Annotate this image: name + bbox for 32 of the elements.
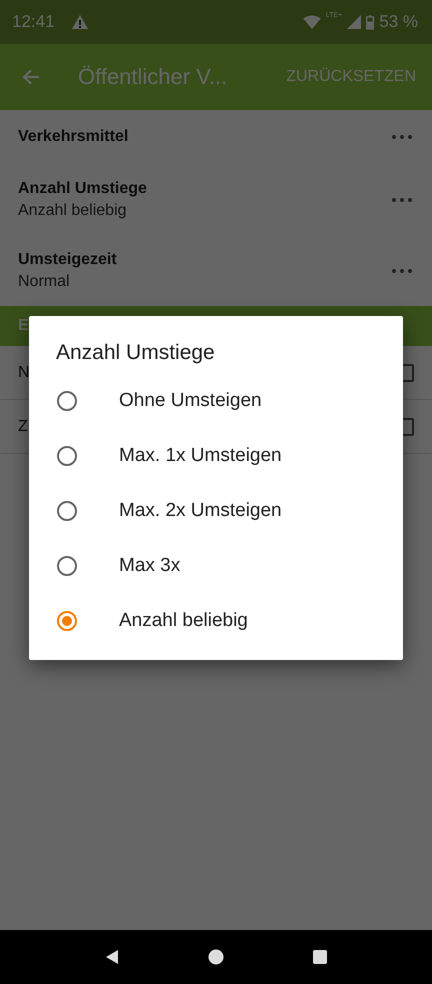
battery-icon: [366, 14, 374, 30]
battery-level: 53 %: [379, 12, 418, 32]
section-title: E: [18, 317, 29, 335]
option-label: Z: [18, 418, 28, 436]
wifi-icon: [302, 15, 321, 29]
warning-icon: [72, 15, 88, 29]
radio-button[interactable]: [57, 390, 77, 410]
status-time: 12:41: [12, 12, 55, 32]
radio-button[interactable]: [57, 446, 77, 466]
radio-option[interactable]: Anzahl beliebig: [29, 593, 403, 648]
radio-button[interactable]: [57, 610, 77, 630]
back-icon[interactable]: [104, 949, 120, 965]
screen-title: Öffentlicher V...: [78, 64, 228, 90]
option-label: N: [18, 364, 30, 382]
setting-title: Verkehrsmittel: [18, 128, 128, 146]
more-icon[interactable]: [392, 135, 412, 139]
setting-value: Anzahl beliebig: [18, 202, 128, 220]
setting-title: Umsteigezeit: [18, 250, 117, 268]
radio-option[interactable]: Max 3x: [29, 538, 403, 593]
more-icon[interactable]: [392, 268, 412, 272]
signal-icon: [347, 15, 362, 29]
dialog-title: Anzahl Umstiege: [56, 341, 216, 365]
home-icon[interactable]: [208, 949, 224, 965]
radio-option[interactable]: Max. 1x Umsteigen: [29, 428, 403, 483]
radio-button[interactable]: [57, 556, 77, 576]
more-icon[interactable]: [392, 198, 412, 202]
recents-icon[interactable]: [312, 949, 328, 965]
setting-value: Normal: [18, 272, 71, 290]
radio-option[interactable]: Max. 2x Umsteigen: [29, 483, 403, 538]
radio-button[interactable]: [57, 500, 77, 520]
setting-title: Anzahl Umstiege: [18, 180, 147, 198]
radio-option[interactable]: Ohne Umsteigen: [29, 373, 403, 428]
